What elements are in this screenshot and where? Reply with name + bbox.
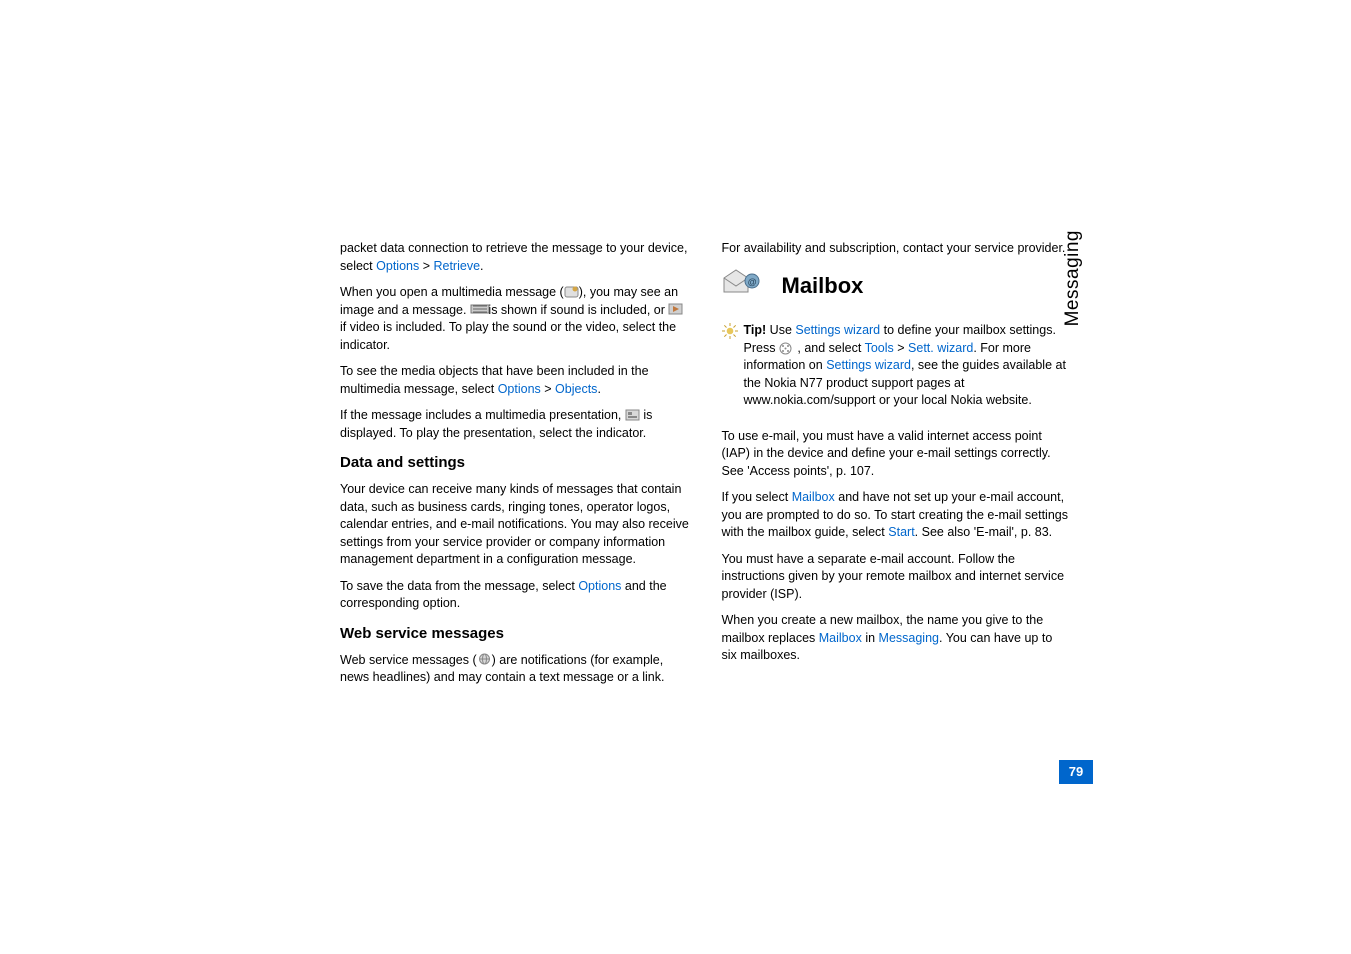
paragraph: Web service messages () are notification… [340,652,690,687]
section-tab: Messaging [1060,230,1087,326]
paragraph: To see the media objects that have been … [340,363,690,398]
tip-icon [722,323,738,345]
document-page: Messaging 79 packet data connection to r… [0,0,1351,954]
content-columns: packet data connection to retrieve the m… [340,240,1071,696]
presentation-indicator-icon [625,409,640,421]
page-number: 79 [1059,760,1093,784]
paragraph: packet data connection to retrieve the m… [340,240,690,275]
svg-text:@: @ [747,277,756,287]
link-options: Options [498,382,541,396]
link-settings-wizard: Settings wizard [795,323,880,337]
link-sett-wizard: Sett. wizard [908,341,973,355]
paragraph: For availability and subscription, conta… [722,240,1072,258]
heading-web-service: Web service messages [340,623,690,644]
tip-text: Tip! Use Settings wizard to define your … [744,322,1072,410]
link-messaging: Messaging [879,631,939,645]
sound-indicator-icon [470,303,485,315]
paragraph: To save the data from the message, selec… [340,578,690,613]
paragraph: To use e-mail, you must have a valid int… [722,428,1072,481]
paragraph: If the message includes a multimedia pre… [340,407,690,442]
paragraph: When you open a multimedia message (), y… [340,284,690,354]
link-settings-wizard: Settings wizard [826,358,911,372]
link-start: Start [888,525,914,539]
link-options: Options [376,259,419,273]
link-mailbox: Mailbox [792,490,835,504]
link-mailbox: Mailbox [819,631,862,645]
multimedia-message-icon [564,286,579,298]
link-objects: Objects [555,382,597,396]
link-options: Options [578,579,621,593]
paragraph: Your device can receive many kinds of me… [340,481,690,569]
heading-mailbox: @ Mailbox [722,268,1072,305]
menu-key-icon [779,342,794,354]
link-tools: Tools [865,341,894,355]
link-retrieve: Retrieve [433,259,480,273]
paragraph: If you select Mailbox and have not set u… [722,489,1072,542]
left-column: packet data connection to retrieve the m… [340,240,690,696]
tip-block: Tip! Use Settings wizard to define your … [722,322,1072,419]
paragraph: You must have a separate e-mail account.… [722,551,1072,604]
video-indicator-icon [668,303,683,315]
web-service-icon [477,653,492,665]
right-column: For availability and subscription, conta… [722,240,1072,696]
paragraph: When you create a new mailbox, the name … [722,612,1072,665]
heading-data-settings: Data and settings [340,452,690,473]
mailbox-icon: @ [722,268,762,305]
